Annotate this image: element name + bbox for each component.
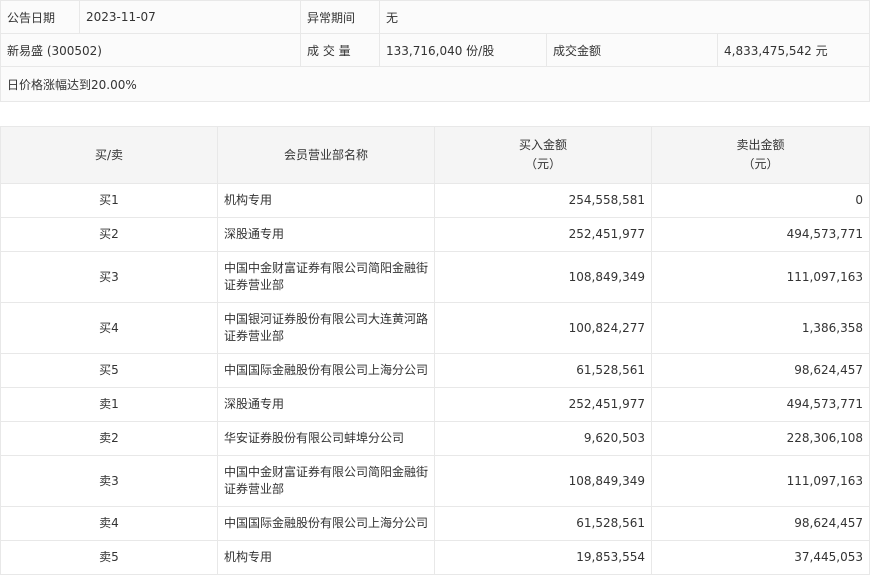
row-dept-name: 中国中金财富证券有限公司简阳金融街证券营业部 xyxy=(217,251,435,303)
table-row: 卖3 中国中金财富证券有限公司简阳金融街证券营业部 108,849,349 11… xyxy=(0,455,870,507)
table-row: 买1 机构专用 254,558,581 0 xyxy=(0,183,870,218)
table-row: 卖1 深股通专用 252,451,977 494,573,771 xyxy=(0,387,870,422)
row-dept-name: 中国银河证券股份有限公司大连黄河路证券营业部 xyxy=(217,302,435,354)
row-sell-amount: 37,445,053 xyxy=(651,540,870,575)
header-sell-amount: 卖出金额 （元） xyxy=(651,126,870,184)
table-header-row: 买/卖 会员营业部名称 买入金额 （元） 卖出金额 （元） xyxy=(0,126,870,184)
table-row: 卖2 华安证券股份有限公司蚌埠分公司 9,620,503 228,306,108 xyxy=(0,421,870,456)
volume-value: 133,716,040 份/股 xyxy=(379,33,547,67)
row-buy-amount: 61,528,561 xyxy=(434,506,652,541)
row-sell-amount: 98,624,457 xyxy=(651,353,870,388)
row-buy-amount: 100,824,277 xyxy=(434,302,652,354)
announce-date-value: 2023-11-07 xyxy=(79,0,301,34)
stock-name-code: 新易盛 (300502) xyxy=(0,33,301,67)
row-sell-amount: 494,573,771 xyxy=(651,387,870,422)
row-buy-amount: 252,451,977 xyxy=(434,217,652,252)
row-side: 买1 xyxy=(0,183,218,218)
row-buy-amount: 9,620,503 xyxy=(434,421,652,456)
table-row: 卖4 中国国际金融股份有限公司上海分公司 61,528,561 98,624,4… xyxy=(0,506,870,541)
row-side: 卖4 xyxy=(0,506,218,541)
table-row: 买2 深股通专用 252,451,977 494,573,771 xyxy=(0,217,870,252)
row-side: 买4 xyxy=(0,302,218,354)
volume-label: 成 交 量 xyxy=(300,33,380,67)
abnormal-period-label: 异常期间 xyxy=(300,0,380,34)
row-buy-amount: 254,558,581 xyxy=(434,183,652,218)
row-dept-name: 中国中金财富证券有限公司简阳金融街证券营业部 xyxy=(217,455,435,507)
row-side: 卖3 xyxy=(0,455,218,507)
row-sell-amount: 0 xyxy=(651,183,870,218)
trading-seats-table: 买/卖 会员营业部名称 买入金额 （元） 卖出金额 （元） 买1 机构专用 25… xyxy=(0,126,870,575)
row-sell-amount: 228,306,108 xyxy=(651,421,870,456)
header-sell-unit: （元） xyxy=(742,157,779,171)
abnormal-period-value: 无 xyxy=(378,0,871,34)
listing-reason: 日价格涨幅达到20.00% xyxy=(0,66,871,102)
table-row: 卖5 机构专用 19,853,554 37,445,053 xyxy=(0,540,870,575)
header-buy-unit: （元） xyxy=(524,157,561,171)
table-row: 买5 中国国际金融股份有限公司上海分公司 61,528,561 98,624,4… xyxy=(0,353,870,388)
header-buy-label: 买入金额 xyxy=(518,138,567,152)
row-sell-amount: 98,624,457 xyxy=(651,506,870,541)
row-side: 买5 xyxy=(0,353,218,388)
row-sell-amount: 494,573,771 xyxy=(651,217,870,252)
header-sell-label: 卖出金额 xyxy=(736,138,785,152)
announcement-info-table: 公告日期 2023-11-07 异常期间 无 新易盛 (300502) 成 交 … xyxy=(0,0,871,102)
row-side: 卖1 xyxy=(0,387,218,422)
row-dept-name: 深股通专用 xyxy=(217,387,435,422)
header-buy-amount: 买入金额 （元） xyxy=(434,126,652,184)
row-dept-name: 中国国际金融股份有限公司上海分公司 xyxy=(217,353,435,388)
row-buy-amount: 108,849,349 xyxy=(434,251,652,303)
announce-date-label: 公告日期 xyxy=(0,0,80,34)
row-buy-amount: 252,451,977 xyxy=(434,387,652,422)
row-sell-amount: 111,097,163 xyxy=(651,455,870,507)
row-buy-amount: 19,853,554 xyxy=(434,540,652,575)
row-dept-name: 机构专用 xyxy=(217,183,435,218)
header-dept: 会员营业部名称 xyxy=(217,126,435,184)
table-row: 买4 中国银河证券股份有限公司大连黄河路证券营业部 100,824,277 1,… xyxy=(0,302,870,354)
table-row: 买3 中国中金财富证券有限公司简阳金融街证券营业部 108,849,349 11… xyxy=(0,251,870,303)
row-sell-amount: 1,386,358 xyxy=(651,302,870,354)
row-dept-name: 华安证券股份有限公司蚌埠分公司 xyxy=(217,421,435,456)
row-buy-amount: 108,849,349 xyxy=(434,455,652,507)
row-side: 卖2 xyxy=(0,421,218,456)
row-side: 卖5 xyxy=(0,540,218,575)
row-dept-name: 中国国际金融股份有限公司上海分公司 xyxy=(217,506,435,541)
row-buy-amount: 61,528,561 xyxy=(434,353,652,388)
turnover-value: 4,833,475,542 元 xyxy=(716,33,871,67)
row-sell-amount: 111,097,163 xyxy=(651,251,870,303)
turnover-label: 成交金额 xyxy=(546,33,718,67)
header-side: 买/卖 xyxy=(0,126,218,184)
row-side: 买2 xyxy=(0,217,218,252)
row-dept-name: 深股通专用 xyxy=(217,217,435,252)
row-dept-name: 机构专用 xyxy=(217,540,435,575)
row-side: 买3 xyxy=(0,251,218,303)
